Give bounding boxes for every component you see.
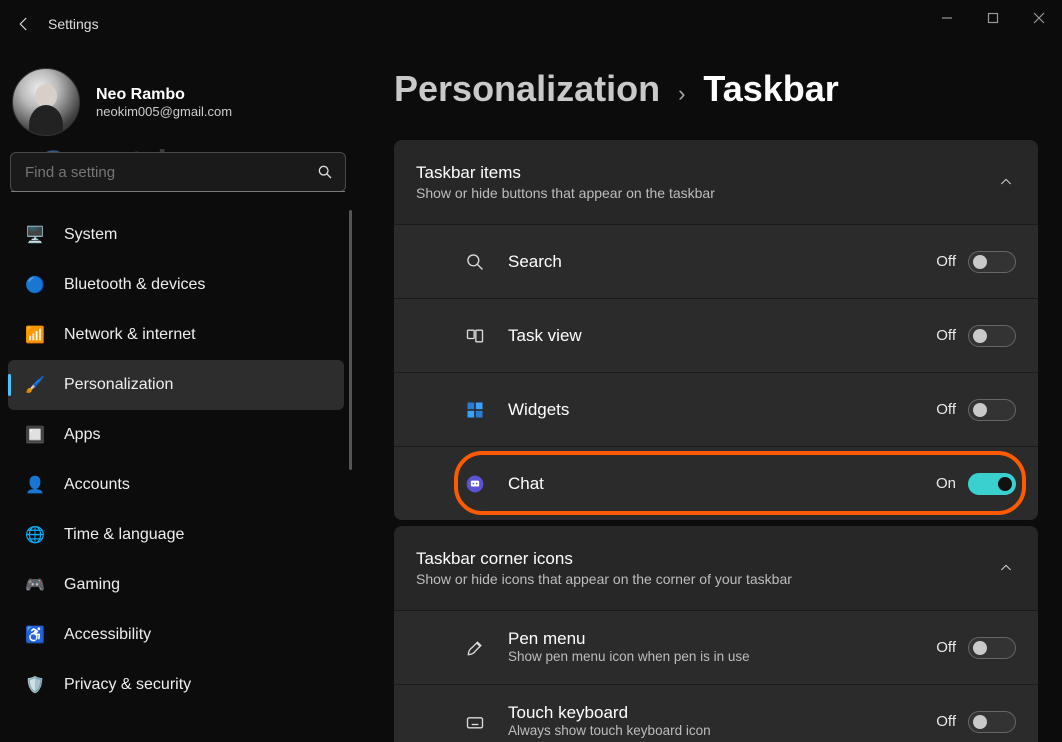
widgets-icon bbox=[464, 399, 486, 421]
sidebar-item-label: Accessibility bbox=[64, 626, 151, 644]
sidebar-item-personalization-icon: 🖌️ bbox=[24, 374, 46, 396]
row-search: SearchOff bbox=[394, 224, 1038, 298]
sidebar-item-system[interactable]: 🖥️ System bbox=[8, 210, 344, 260]
nav-list: 🖥️ System 🔵 Bluetooth & devices 📶 Network & i… bbox=[8, 210, 354, 730]
panel-header[interactable]: Taskbar items Show or hide buttons that a… bbox=[394, 140, 1038, 224]
sidebar: Neo Rambo neokim005@gmail.com Quantriman… bbox=[0, 56, 358, 742]
chevron-up-icon bbox=[996, 558, 1016, 578]
content: Personalization › Taskbar Taskbar items S… bbox=[374, 48, 1058, 742]
sidebar-item-label: Apps bbox=[64, 426, 100, 444]
toggle-state-label: Off bbox=[936, 639, 956, 656]
toggle-switch[interactable] bbox=[968, 399, 1016, 421]
panel-1: Taskbar corner icons Show or hide icons t… bbox=[394, 526, 1038, 742]
sidebar-item-apps-icon: 🔲 bbox=[24, 424, 46, 446]
sidebar-item-label: Privacy & security bbox=[64, 676, 191, 694]
sidebar-item-time-language-icon: 🌐 bbox=[24, 524, 46, 546]
pen-icon bbox=[464, 637, 486, 659]
row-label: Task view bbox=[508, 326, 936, 346]
toggle-state-label: Off bbox=[936, 401, 956, 418]
toggle-switch[interactable] bbox=[968, 711, 1016, 733]
sidebar-item-personalization[interactable]: 🖌️ Personalization bbox=[8, 360, 344, 410]
sidebar-item-time-language[interactable]: 🌐 Time & language bbox=[8, 510, 344, 560]
sidebar-item-network-icon: 📶 bbox=[24, 324, 46, 346]
row-task-view: Task viewOff bbox=[394, 298, 1038, 372]
search-icon bbox=[305, 164, 345, 180]
scrollbar[interactable] bbox=[349, 210, 352, 470]
toggle-state-label: Off bbox=[936, 713, 956, 730]
app-title: Settings bbox=[48, 16, 99, 32]
sidebar-item-system-icon: 🖥️ bbox=[24, 224, 46, 246]
section-title: Taskbar corner icons bbox=[416, 549, 996, 569]
sidebar-item-accounts[interactable]: 👤 Accounts bbox=[8, 460, 344, 510]
sidebar-item-label: System bbox=[64, 226, 117, 244]
row-subtitle: Always show touch keyboard icon bbox=[508, 723, 808, 740]
sidebar-item-network[interactable]: 📶 Network & internet bbox=[8, 310, 344, 360]
back-button[interactable] bbox=[0, 0, 48, 48]
sidebar-item-label: Network & internet bbox=[64, 326, 196, 344]
sidebar-item-accessibility-icon: ♿ bbox=[24, 624, 46, 646]
row-label: Search bbox=[508, 252, 936, 272]
search-box[interactable] bbox=[10, 152, 346, 192]
sidebar-item-accounts-icon: 👤 bbox=[24, 474, 46, 496]
page-title: Taskbar bbox=[703, 68, 838, 110]
row-label: Pen menu bbox=[508, 629, 936, 649]
sidebar-item-label: Bluetooth & devices bbox=[64, 276, 205, 294]
breadcrumb: Personalization › Taskbar bbox=[394, 68, 1038, 110]
chat-icon bbox=[464, 473, 486, 495]
chevron-right-icon: › bbox=[678, 81, 685, 107]
section-subtitle: Show or hide icons that appear on the co… bbox=[416, 571, 996, 587]
chevron-up-icon bbox=[996, 172, 1016, 192]
sidebar-item-gaming-icon: 🎮 bbox=[24, 574, 46, 596]
sidebar-item-label: Time & language bbox=[64, 526, 184, 544]
sidebar-item-label: Gaming bbox=[64, 576, 120, 594]
search-input[interactable] bbox=[11, 164, 305, 181]
toggle-switch[interactable] bbox=[968, 251, 1016, 273]
keyboard-icon bbox=[464, 711, 486, 733]
maximize-button[interactable] bbox=[970, 0, 1016, 36]
sidebar-item-label: Personalization bbox=[64, 376, 173, 394]
user-email: neokim005@gmail.com bbox=[96, 104, 346, 119]
close-button[interactable] bbox=[1016, 0, 1062, 36]
row-label: Touch keyboard bbox=[508, 703, 936, 723]
row-label: Widgets bbox=[508, 400, 936, 420]
sidebar-item-bluetooth-icon: 🔵 bbox=[24, 274, 46, 296]
sidebar-item-bluetooth[interactable]: 🔵 Bluetooth & devices bbox=[8, 260, 344, 310]
toggle-state-label: Off bbox=[936, 253, 956, 270]
breadcrumb-parent[interactable]: Personalization bbox=[394, 68, 660, 110]
section-title: Taskbar items bbox=[416, 163, 996, 183]
section-subtitle: Show or hide buttons that appear on the … bbox=[416, 185, 996, 201]
search-glyph-icon bbox=[464, 251, 486, 273]
sidebar-item-privacy-icon: 🛡️ bbox=[24, 674, 46, 696]
profile-block[interactable]: Neo Rambo neokim005@gmail.com bbox=[8, 64, 354, 152]
row-touch-keyboard: Touch keyboardAlways show touch keyboard… bbox=[394, 684, 1038, 742]
search-wrap bbox=[8, 152, 354, 210]
titlebar: Settings bbox=[0, 0, 1062, 48]
sidebar-item-gaming[interactable]: 🎮 Gaming bbox=[8, 560, 344, 610]
user-name: Neo Rambo bbox=[96, 86, 346, 104]
toggle-switch[interactable] bbox=[968, 473, 1016, 495]
sidebar-item-label: Accounts bbox=[64, 476, 130, 494]
toggle-switch[interactable] bbox=[968, 325, 1016, 347]
row-label: Chat bbox=[508, 474, 936, 494]
row-widgets: WidgetsOff bbox=[394, 372, 1038, 446]
task-view-icon bbox=[464, 325, 486, 347]
window-buttons bbox=[924, 0, 1062, 36]
toggle-switch[interactable] bbox=[968, 637, 1016, 659]
profile-text: Neo Rambo neokim005@gmail.com bbox=[96, 86, 346, 119]
avatar bbox=[12, 68, 80, 136]
panel-header[interactable]: Taskbar corner icons Show or hide icons t… bbox=[394, 526, 1038, 610]
row-chat: ChatOn bbox=[394, 446, 1038, 520]
row-subtitle: Show pen menu icon when pen is in use bbox=[508, 649, 808, 666]
minimize-button[interactable] bbox=[924, 0, 970, 36]
toggle-state-label: Off bbox=[936, 327, 956, 344]
sidebar-item-accessibility[interactable]: ♿ Accessibility bbox=[8, 610, 344, 660]
sidebar-item-apps[interactable]: 🔲 Apps bbox=[8, 410, 344, 460]
sidebar-item-privacy[interactable]: 🛡️ Privacy & security bbox=[8, 660, 344, 710]
panel-0: Taskbar items Show or hide buttons that a… bbox=[394, 140, 1038, 520]
row-pen-menu: Pen menuShow pen menu icon when pen is i… bbox=[394, 610, 1038, 684]
toggle-state-label: On bbox=[936, 475, 956, 492]
